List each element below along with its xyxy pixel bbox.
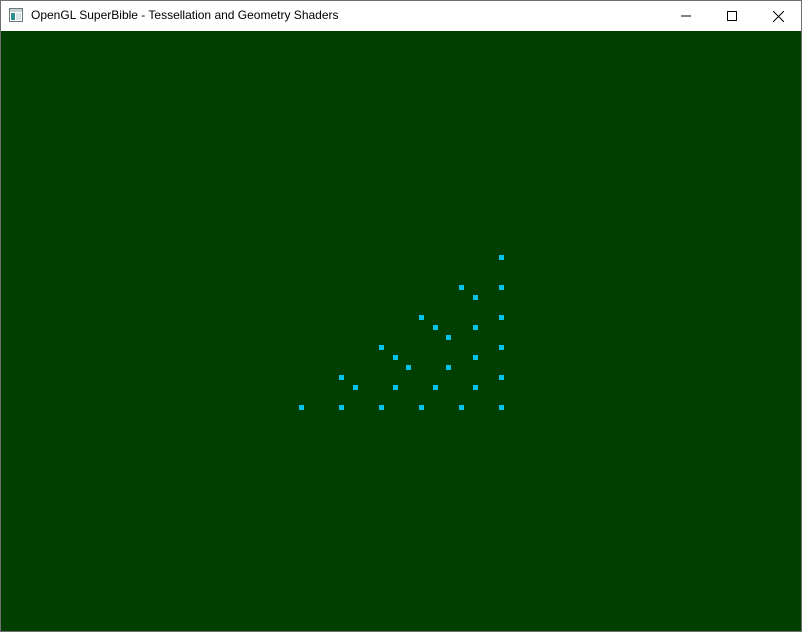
tessellation-point <box>379 345 384 350</box>
app-window: OpenGL SuperBible - Tessellation and Geo… <box>0 0 802 632</box>
opengl-viewport[interactable] <box>1 31 801 631</box>
tessellation-point <box>499 255 504 260</box>
tessellation-point <box>419 405 424 410</box>
tessellation-point <box>393 355 398 360</box>
tessellation-point <box>353 385 358 390</box>
tessellation-point <box>393 385 398 390</box>
window-title: OpenGL SuperBible - Tessellation and Geo… <box>31 8 339 22</box>
maximize-icon <box>727 11 737 21</box>
tessellation-point <box>299 405 304 410</box>
tessellation-point <box>339 375 344 380</box>
tessellation-point <box>419 315 424 320</box>
tessellation-point <box>433 385 438 390</box>
tessellation-point <box>473 355 478 360</box>
tessellation-render <box>1 31 801 631</box>
minimize-icon <box>681 11 691 21</box>
close-icon <box>772 10 784 22</box>
tessellation-point <box>499 375 504 380</box>
minimize-button[interactable] <box>663 1 709 31</box>
tessellation-point <box>433 325 438 330</box>
tessellation-point <box>379 405 384 410</box>
tessellation-point <box>499 405 504 410</box>
app-window-icon <box>9 8 23 22</box>
tessellation-point <box>473 295 478 300</box>
tessellation-point <box>499 345 504 350</box>
tessellation-point <box>406 365 411 370</box>
tessellation-point <box>499 285 504 290</box>
tessellation-point <box>499 315 504 320</box>
close-button[interactable] <box>755 1 801 31</box>
tessellation-point <box>446 335 451 340</box>
scene-background <box>1 31 801 631</box>
title-bar[interactable]: OpenGL SuperBible - Tessellation and Geo… <box>1 1 801 31</box>
maximize-button[interactable] <box>709 1 755 31</box>
tessellation-point <box>339 405 344 410</box>
tessellation-point <box>459 285 464 290</box>
tessellation-point <box>473 325 478 330</box>
tessellation-point <box>473 385 478 390</box>
tessellation-point <box>459 405 464 410</box>
tessellation-point <box>446 365 451 370</box>
